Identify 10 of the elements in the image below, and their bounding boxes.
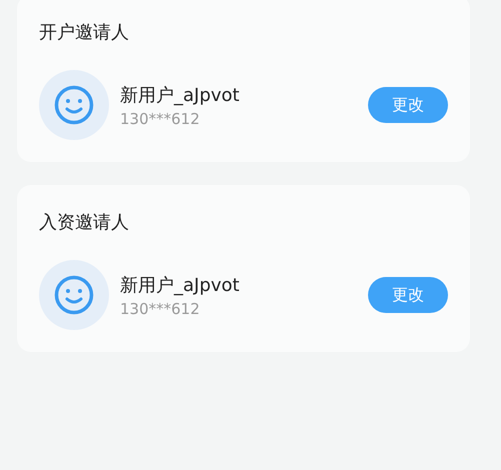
user-phone: 130***612: [120, 110, 201, 128]
user-name: 新用户_aJpvot: [120, 274, 240, 296]
user-phone: 130***612: [120, 300, 201, 318]
change-button[interactable]: 更改: [368, 87, 448, 123]
smiley-icon: [54, 85, 94, 125]
user-name: 新用户_aJpvot: [120, 84, 240, 106]
section-title: 入资邀请人: [39, 211, 130, 235]
smiley-icon: [54, 275, 94, 315]
change-button[interactable]: 更改: [368, 277, 448, 313]
section-title: 开户邀请人: [39, 21, 130, 45]
